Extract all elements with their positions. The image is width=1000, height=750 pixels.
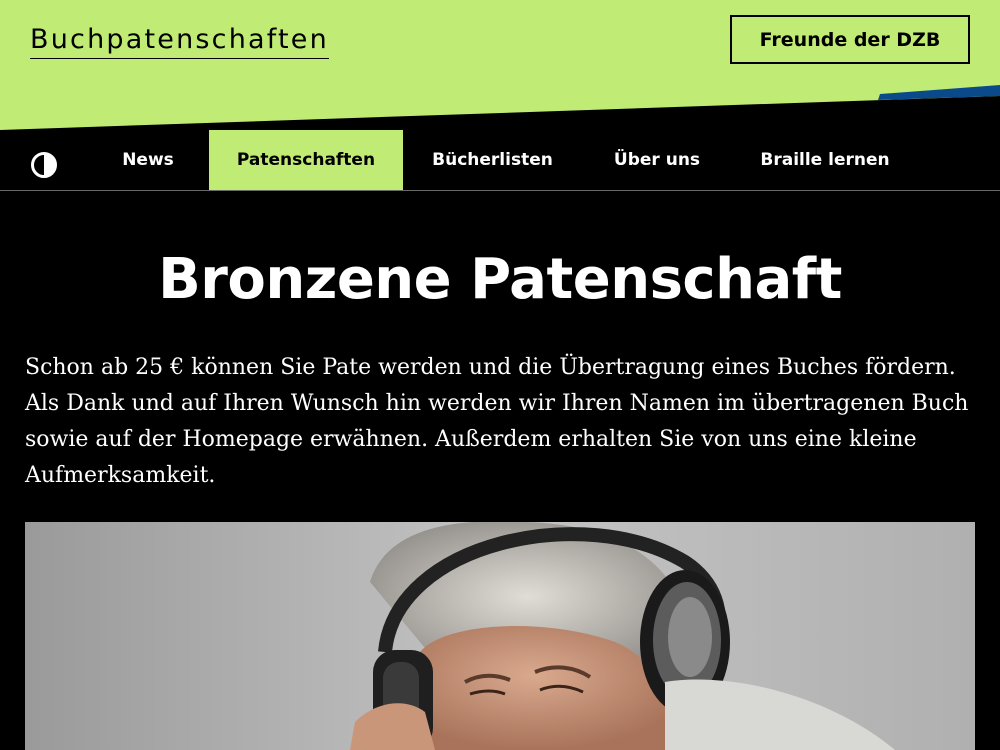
- man-with-headphones-image: [25, 522, 975, 750]
- nav-item-news[interactable]: News: [110, 130, 186, 190]
- intro-text: Schon ab 25 € können Sie Pate werden und…: [25, 355, 969, 488]
- hero-photo: [25, 522, 975, 750]
- nav-item-braille-lernen[interactable]: Braille lernen: [750, 130, 900, 190]
- nav-item-buecherlisten[interactable]: Bücherlisten: [420, 130, 565, 190]
- site-logo[interactable]: Buchpatenschaften: [30, 24, 329, 59]
- main-nav: News Patenschaften Bücherlisten Über uns…: [0, 130, 1000, 191]
- contrast-icon[interactable]: [30, 151, 58, 179]
- page-title: Bronzene Patenschaft: [158, 247, 842, 312]
- nav-item-ueber-uns[interactable]: Über uns: [598, 130, 716, 190]
- friends-of-dzb-button[interactable]: Freunde der DZB: [730, 15, 970, 64]
- nav-item-patenschaften[interactable]: Patenschaften: [209, 130, 403, 190]
- site-header: Buchpatenschaften Freunde der DZB: [0, 0, 1000, 132]
